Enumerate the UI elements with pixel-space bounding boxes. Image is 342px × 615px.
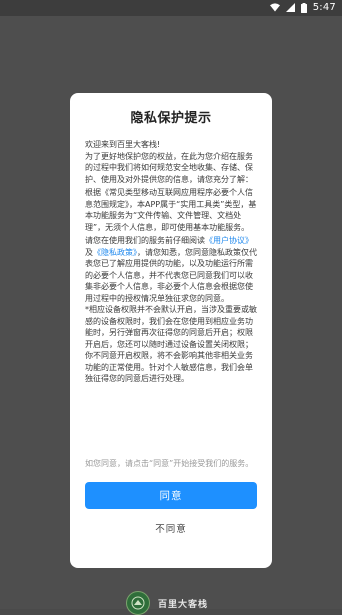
permissions-text: *相应设备权限并不会默认开启，当涉及重要或敏感的设备权限时，我们会在您使用到相应… <box>85 305 257 383</box>
welcome-text: 欢迎来到百里大客栈! <box>85 140 161 149</box>
user-agreement-link[interactable]: 《用户协议》 <box>205 236 253 245</box>
policy-prefix: 请您在使用我们的服务前仔细阅读 <box>85 236 205 245</box>
battery-icon <box>300 2 307 13</box>
wifi-icon <box>269 3 280 12</box>
status-bar: 5:47 <box>0 0 342 16</box>
agree-button[interactable]: 同意 <box>85 482 257 509</box>
dialog-body: 欢迎来到百里大客栈! 为了更好地保护您的权益，在此为您介绍在服务的过程中我们将如… <box>85 139 257 385</box>
signal-icon <box>285 3 295 12</box>
app-name: 百里大客栈 <box>158 599 209 610</box>
disagree-button[interactable]: 不同意 <box>70 521 272 535</box>
policy-text: 请您在使用我们的服务前仔细阅读《用户协议》及《隐私政策》，请您知悉，您同意隐私政… <box>85 235 257 304</box>
regulation-text: 根据《常见类型移动互联网应用程序必要个人信息范围规定》，本APP属于“实用工具类… <box>85 188 257 232</box>
app-logo-icon <box>126 591 150 615</box>
app-brand: 百里大客栈 <box>126 591 208 615</box>
privacy-dialog: 隐私保护提示 欢迎来到百里大客栈! 为了更好地保护您的权益，在此为您介绍在服务的… <box>70 93 272 568</box>
clock: 5:47 <box>312 2 336 13</box>
consent-note: 如您同意，请点击“同意”开始接受我们的服务。 <box>85 459 254 468</box>
and-text: 及 <box>85 247 93 257</box>
intro-text: 为了更好地保护您的权益，在此为您介绍在服务的过程中我们将如何规范安全地收集、存储… <box>85 151 253 184</box>
privacy-policy-link[interactable]: 《隐私政策》 <box>93 248 137 257</box>
dialog-title: 隐私保护提示 <box>130 111 212 126</box>
